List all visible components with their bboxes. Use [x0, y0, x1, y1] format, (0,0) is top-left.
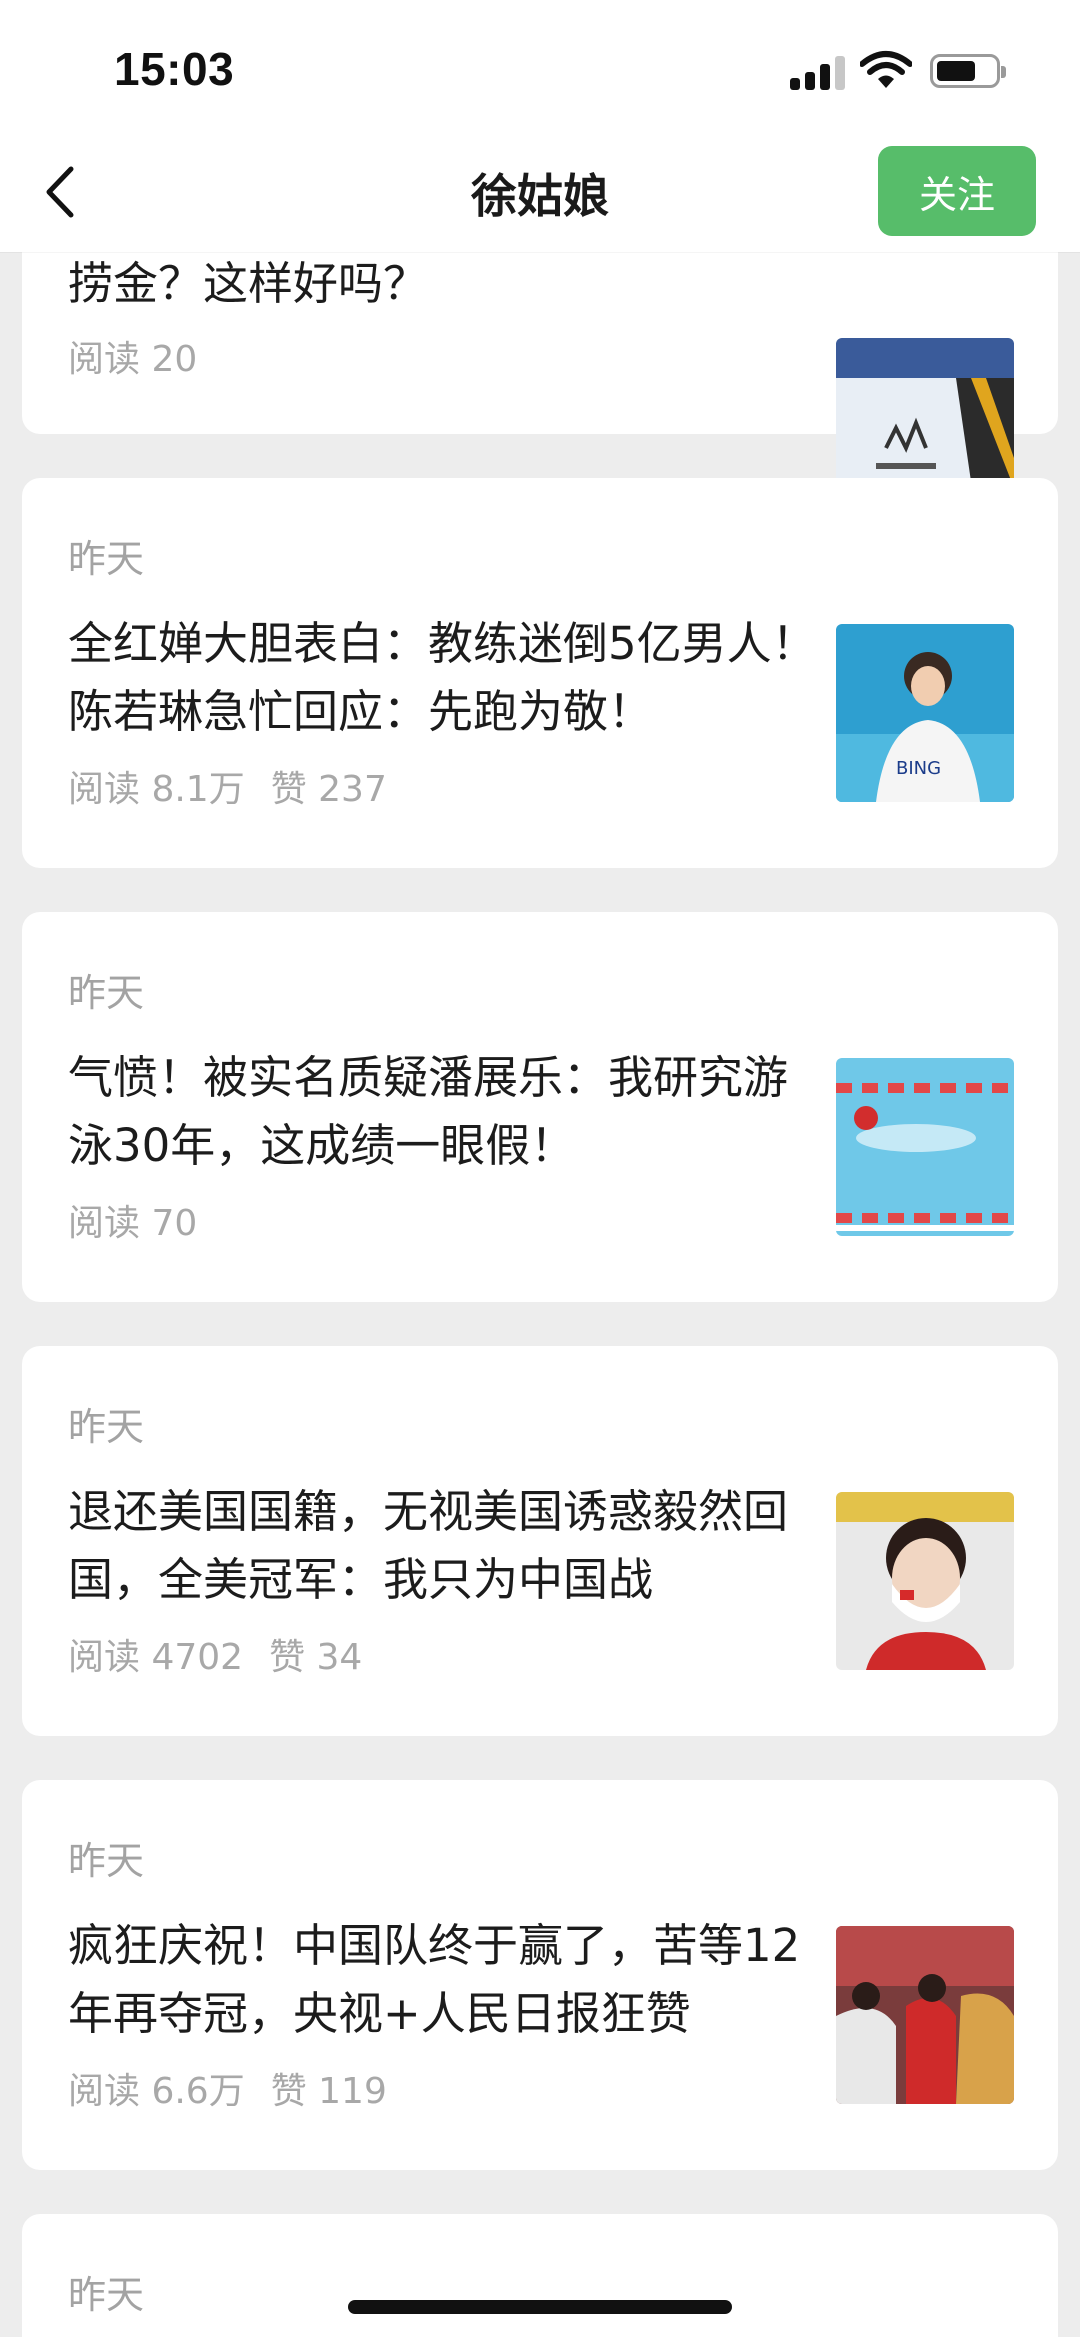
article-thumbnail: [836, 1492, 1014, 1670]
home-indicator[interactable]: [348, 2300, 732, 2314]
status-icons: [700, 0, 1020, 140]
article-meta: 阅读 70: [68, 1194, 197, 1246]
read-count: 阅读 8.1万: [68, 769, 245, 810]
article-card[interactable]: 昨天 疯狂庆祝！中国队终于赢了，苦等12年再夺冠，央视+人民日报狂赞 阅读 6.…: [22, 1780, 1058, 2170]
article-meta: 阅读 4702 赞 34: [68, 1628, 362, 1680]
wifi-icon: [860, 51, 912, 88]
read-count: 阅读 6.6万: [68, 2071, 245, 2112]
article-card[interactable]: 昨天 退还美国国籍，无视美国诱惑毅然回国，全美冠军：我只为中国战 阅读 4702…: [22, 1346, 1058, 1736]
article-title: 气愤！被实名质疑潘展乐：我研究游泳30年，这成绩一眼假！: [68, 1051, 789, 1172]
article-date: 昨天: [68, 1839, 145, 1883]
article-title: 疯狂庆祝！中国队终于赢了，苦等12年再夺冠，央视+人民日报狂赞: [68, 1919, 801, 2040]
article-card[interactable]: 昨天 气愤！被实名质疑潘展乐：我研究游泳30年，这成绩一眼假！ 阅读 70: [22, 912, 1058, 1302]
article-title: 退还美国国籍，无视美国诱惑毅然回国，全美冠军：我只为中国战: [68, 1485, 789, 1606]
like-count: 赞 34: [269, 1637, 363, 1678]
article-list-screen: 捞金？这样好吗？ 阅读 20 昨天 全红婵大胆表白：教练迷倒5亿男人！陈若琳急忙…: [0, 0, 1080, 2337]
article-title: 全红婵大胆表白：教练迷倒5亿男人！陈若琳急忙回应：先跑为敬！: [68, 617, 817, 738]
article-title: 捞金？这样好吗？: [68, 257, 429, 310]
read-count: 阅读 70: [68, 1203, 198, 1244]
follow-button[interactable]: 关注: [878, 146, 1036, 236]
article-meta: 阅读 8.1万 赞 237: [68, 760, 387, 812]
like-count: 赞 119: [270, 2071, 387, 2112]
cellular-signal-icon: [790, 54, 846, 90]
article-date: 昨天: [68, 537, 145, 581]
article-date: 昨天: [68, 1405, 145, 1449]
read-count: 阅读 20: [68, 339, 198, 380]
top-bar: 15:03 徐姑娘 关注: [0, 0, 1080, 252]
article-card[interactable]: 昨天: [22, 2214, 1058, 2337]
article-meta: 阅读 6.6万 赞 119: [68, 2062, 387, 2114]
article-thumbnail: BING: [836, 624, 1014, 802]
article-date: 昨天: [68, 971, 145, 1015]
read-count: 阅读 4702: [68, 1637, 244, 1678]
article-card[interactable]: 昨天 全红婵大胆表白：教练迷倒5亿男人！陈若琳急忙回应：先跑为敬！ 阅读 8.1…: [22, 478, 1058, 868]
like-count: 赞 237: [270, 769, 387, 810]
article-meta: 阅读 20: [68, 330, 197, 382]
battery-icon: [930, 54, 1006, 88]
article-thumbnail: [836, 1058, 1014, 1236]
status-time: 15:03: [114, 43, 235, 95]
svg-text:BING: BING: [896, 758, 941, 779]
article-thumbnail: [836, 1926, 1014, 2104]
article-date: 昨天: [68, 2273, 145, 2317]
